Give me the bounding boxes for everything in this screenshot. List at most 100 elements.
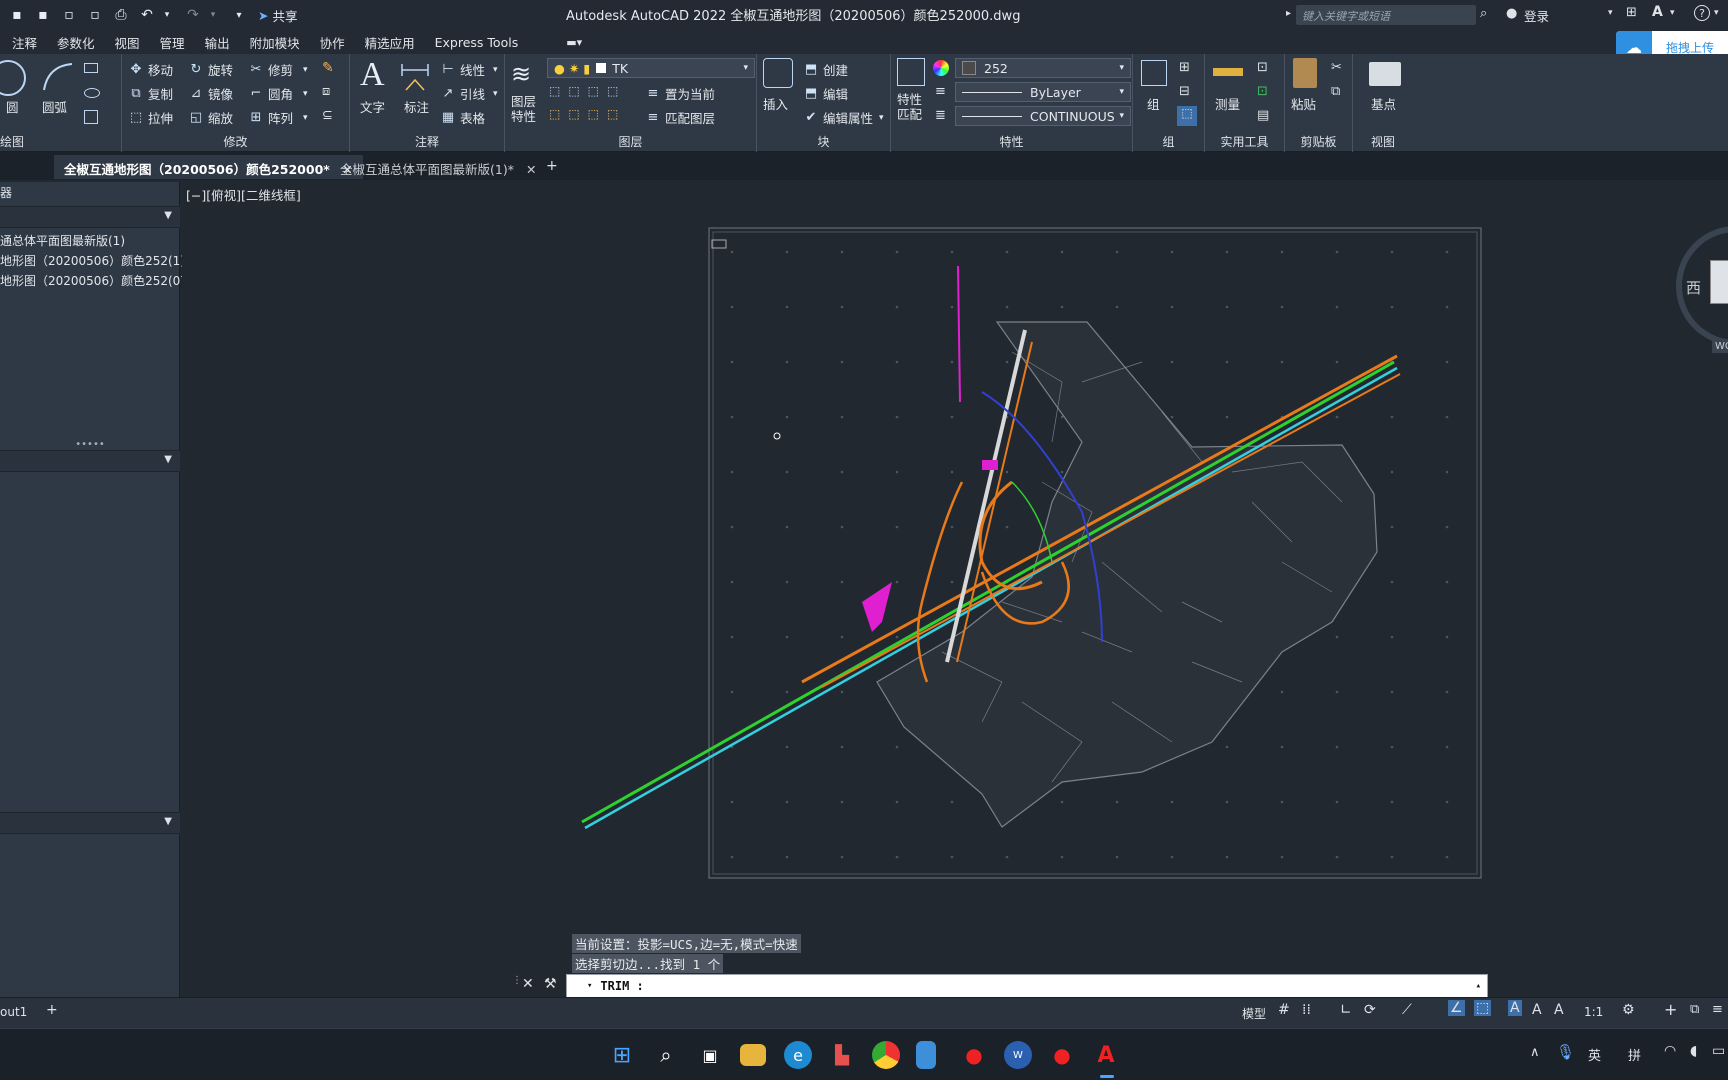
ortho-icon[interactable]: ∟ [1340,1002,1352,1018]
share-button[interactable]: ➤ 共享 [258,6,298,25]
linetype-dropdown[interactable]: CONTINUOUS ▾ [955,106,1131,126]
group-tool-icon[interactable]: ⊟ [1179,84,1190,99]
edit-attributes-button[interactable]: ✔ 编辑属性 ▾ [803,108,884,127]
edit-block-button[interactable]: ⬒ 编辑 [803,84,848,103]
model-space-button[interactable]: 模型 [1242,1005,1266,1022]
command-settings-icon[interactable]: ⚒ [544,976,557,992]
palette-dropdown-bar[interactable]: ▼ [0,812,180,834]
dropdown-arrow-icon[interactable]: ▾ [303,113,308,123]
autocad-icon[interactable]: A [1092,1041,1120,1069]
offset-icon[interactable]: ⊆ [322,108,333,123]
volume-icon[interactable]: ◖ [1690,1043,1697,1059]
base-point-button[interactable]: 基点 [1371,94,1396,113]
dropdown-arrow-icon[interactable]: ▾ [1670,8,1675,18]
microphone-icon[interactable]: 🎙 [1556,1043,1575,1061]
compass-west-label[interactable]: 西 [1686,277,1701,298]
search-icon[interactable]: ⌕ [652,1041,680,1069]
dropdown-arrow-icon[interactable]: ▾ [1608,8,1613,18]
menu-item-featured-apps[interactable]: 精选应用 [365,33,415,52]
circle-button[interactable]: 圆 [6,97,19,116]
panel-label-clipboard[interactable]: 剪贴板 [1285,133,1352,150]
login-button[interactable]: 登录 [1524,6,1549,25]
copy-button[interactable]: ⧉ 复制 [128,84,173,103]
print-icon[interactable]: ⎙ [112,6,130,24]
redo-icon[interactable]: ↷ [184,6,202,24]
menu-item-express-tools[interactable]: Express Tools [435,35,519,50]
close-icon[interactable]: ✕ [526,162,536,177]
panel-label-utilities[interactable]: 实用工具 [1205,133,1284,150]
layer-tool-icons[interactable]: ⬚⬚⬚⬚ [549,84,626,98]
cart-icon[interactable]: ⊞ [1626,5,1637,20]
dropdown-arrow-icon[interactable]: ▾ [303,89,308,99]
record-icon[interactable]: ● [1048,1041,1076,1069]
array-button[interactable]: ⊞ 阵列 ▾ [248,108,308,127]
rotate-button[interactable]: ↻ 旋转 [188,60,233,79]
autoscale-icon[interactable]: A [1554,1002,1564,1018]
customize-icon[interactable]: ▾ [230,6,248,24]
circle-icon[interactable] [0,60,26,96]
panel-label-groups[interactable]: 组 [1133,133,1204,150]
chevron-down-icon[interactable]: ▼ [164,454,172,465]
menu-item-collaborate[interactable]: 协作 [320,33,345,52]
task-view-icon[interactable]: ▣ [696,1041,724,1069]
trim-button[interactable]: ✂ 修剪 ▾ [248,60,308,79]
lineweight-dropdown[interactable]: ByLayer ▾ [955,82,1131,102]
fillet-button[interactable]: ⌐ 圆角 ▾ [248,84,308,103]
wcs-label[interactable]: WC [1712,340,1728,353]
save-as-icon[interactable]: ▪ [34,6,52,24]
utility-icon[interactable]: ⊡ [1257,60,1268,75]
text-icon[interactable]: A [360,56,385,94]
linetype-icon[interactable]: ≣ [935,108,946,123]
app-icon[interactable]: ▙ [828,1041,856,1069]
battery-icon[interactable]: ▭ [1712,1043,1725,1059]
palette-list-item[interactable]: 地形图（20200506）颜色252(1) [0,252,185,269]
palette-list-item[interactable]: 通总体平面图最新版(1) [0,232,125,249]
dropdown-arrow-icon[interactable]: ▾ [493,89,498,99]
layer-properties-icon[interactable]: ≋ [511,60,539,88]
command-line-grip[interactable]: ⋮ [512,975,522,997]
notepad-icon[interactable] [916,1041,936,1069]
menu-item-view[interactable]: 视图 [115,33,140,52]
palette-dropdown-bar[interactable]: ▼ [0,450,180,472]
layer-properties-button[interactable]: 图层 特性 [511,94,536,124]
save-icon[interactable]: ▪ [8,6,26,24]
ribbon-toggle-icon[interactable]: ▬▾ [566,36,582,49]
match-properties-icon[interactable] [897,58,925,86]
dimension-icon[interactable] [398,60,432,94]
object-snap-icon[interactable]: ⬚ [1474,1000,1492,1016]
add-layout-icon[interactable]: + [46,1002,58,1018]
command-close-icon[interactable]: ✕ [522,976,534,992]
chevron-down-icon[interactable]: ▼ [164,816,172,827]
chrome-icon[interactable] [872,1041,900,1069]
tray-chevron-icon[interactable]: ∧ [1530,1045,1540,1060]
explode-icon[interactable]: ⧈ [322,84,330,99]
dimension-button[interactable]: 标注 [404,97,429,116]
match-layer-button[interactable]: ≡ 匹配图层 [645,108,715,127]
plus-icon[interactable]: + [1664,1000,1677,1019]
layer-tool-icons[interactable]: ⬚⬚⬚⬚ [549,107,626,121]
color-wheel-icon[interactable] [933,60,949,76]
menu-item-manage[interactable]: 管理 [160,33,185,52]
user-icon[interactable]: ● [1506,6,1517,21]
panel-label-layers[interactable]: 图层 [505,133,756,150]
polar-icon[interactable]: ⟳ [1364,1002,1376,1018]
wifi-icon[interactable]: ◠ [1664,1043,1676,1059]
file-explorer-icon[interactable] [740,1044,766,1066]
insert-button[interactable]: 插入 [763,94,788,113]
record-icon[interactable]: ● [960,1041,988,1069]
ime-mode[interactable]: 拼 [1628,1045,1641,1064]
panel-label-view[interactable]: 视图 [1353,133,1413,150]
group-tool-icon[interactable]: ⊞ [1179,60,1190,75]
paste-button[interactable]: 粘贴 [1291,94,1316,113]
panel-label-block[interactable]: 块 [757,133,890,150]
group-button[interactable]: 组 [1147,94,1160,113]
paste-icon[interactable] [1293,58,1317,88]
palette-dropdown-bar[interactable]: ▼ [0,206,180,228]
command-line[interactable]: ▾ TRIM : ▴ [566,974,1488,998]
match-properties-button[interactable]: 特性 匹配 [897,92,922,122]
rectangle-icon[interactable] [84,63,98,73]
windows-start-icon[interactable]: ⊞ [608,1041,636,1069]
hatch-icon[interactable] [84,110,98,124]
panel-label-draw[interactable]: 绘图 [0,133,121,150]
layout-tab[interactable]: out1 [0,1005,27,1019]
